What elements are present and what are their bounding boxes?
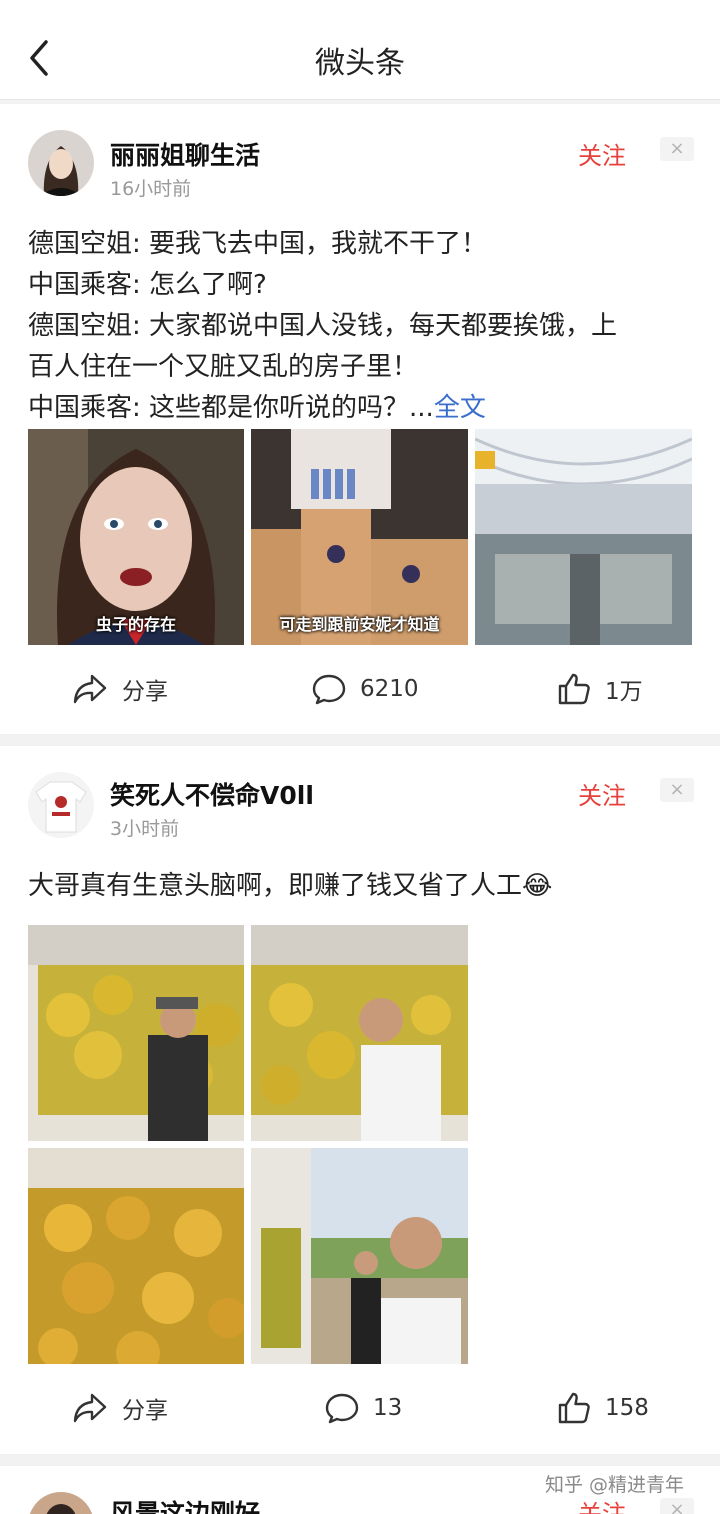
comment-icon xyxy=(325,1393,359,1424)
text-line: 百人住在一个又脏又乱的房子里！ xyxy=(28,352,419,382)
top-bar: 微头条 xyxy=(0,0,720,100)
like-button[interactable]: 1万 xyxy=(557,669,643,709)
author-name[interactable]: 笑死人不偿命V0ll xyxy=(110,776,314,812)
post-image[interactable] xyxy=(251,1148,468,1364)
share-button[interactable]: 分享 xyxy=(72,1388,168,1428)
text-line: 德国空姐: 大家都说中国人没钱，每天都要挨饿，上 xyxy=(28,311,618,341)
share-label: 分享 xyxy=(122,679,168,705)
author-name[interactable]: 风景这边刚好 xyxy=(110,1494,260,1514)
expand-full-text-link[interactable]: 全文 xyxy=(434,393,486,423)
share-icon xyxy=(73,1393,107,1423)
follow-button[interactable]: 关注 xyxy=(578,136,626,171)
like-count: 158 xyxy=(605,1395,649,1421)
like-count: 1万 xyxy=(605,679,643,705)
post-time: 16小时前 xyxy=(110,178,192,200)
post-image[interactable] xyxy=(251,925,468,1141)
comment-icon xyxy=(312,674,346,705)
post-card[interactable]: 丽丽姐聊生活 16小时前 关注 × 德国空姐: 要我飞去中国，我就不干了！ 中国… xyxy=(0,104,720,734)
thumbs-up-icon xyxy=(558,1392,590,1424)
post-card[interactable]: 笑死人不偿命V0ll 3小时前 关注 × 大哥真有生意头脑啊，即赚了钱又省了人工… xyxy=(0,746,720,1454)
emoji: 😂 xyxy=(522,871,553,901)
share-label: 分享 xyxy=(122,1398,168,1424)
share-icon xyxy=(73,674,107,704)
post-time: 3小时前 xyxy=(110,818,180,840)
follow-button[interactable]: 关注 xyxy=(578,776,626,811)
image-caption: 虫子的存在 xyxy=(95,615,176,634)
text-line: 大哥真有生意头脑啊，即赚了钱又省了人工 xyxy=(28,871,523,901)
like-button[interactable]: 158 xyxy=(557,1388,649,1428)
thumbs-up-icon xyxy=(558,673,590,705)
dismiss-button[interactable]: × xyxy=(660,778,694,802)
dismiss-button[interactable]: × xyxy=(660,1498,694,1514)
post-image[interactable] xyxy=(28,1148,244,1364)
watermark: 知乎 @精进青年 xyxy=(545,1474,685,1496)
text-line: 德国空姐: 要我飞去中国，我就不干了！ xyxy=(28,229,488,259)
image-caption: 可走到跟前安妮才知道 xyxy=(279,615,440,634)
author-name[interactable]: 丽丽姐聊生活 xyxy=(110,136,260,172)
author-avatar[interactable] xyxy=(28,130,94,196)
post-image[interactable] xyxy=(28,925,244,1141)
comment-button[interactable]: 13 xyxy=(325,1388,402,1428)
author-avatar[interactable] xyxy=(28,772,94,838)
author-avatar[interactable] xyxy=(28,1492,94,1514)
comment-count: 6210 xyxy=(360,676,419,702)
text-line: 中国乘客: 这些都是你听说的吗？... xyxy=(28,393,434,423)
post-image[interactable]: 可走到跟前安妮才知道 xyxy=(251,429,468,645)
text-line: 中国乘客: 怎么了啊? xyxy=(28,270,267,300)
post-image[interactable] xyxy=(475,429,692,645)
share-button[interactable]: 分享 xyxy=(72,669,168,709)
post-text[interactable]: 大哥真有生意头脑啊，即赚了钱又省了人工😂 xyxy=(28,866,698,907)
comment-count: 13 xyxy=(373,1395,403,1421)
dismiss-button[interactable]: × xyxy=(660,137,694,161)
post-text[interactable]: 德国空姐: 要我飞去中国，我就不干了！ 中国乘客: 怎么了啊? 德国空姐: 大家… xyxy=(28,224,698,429)
page-title: 微头条 xyxy=(315,46,405,81)
post-image[interactable]: 虫子的存在 xyxy=(28,429,244,645)
follow-button[interactable]: 关注 xyxy=(578,1494,626,1514)
comment-button[interactable]: 6210 xyxy=(312,669,419,709)
